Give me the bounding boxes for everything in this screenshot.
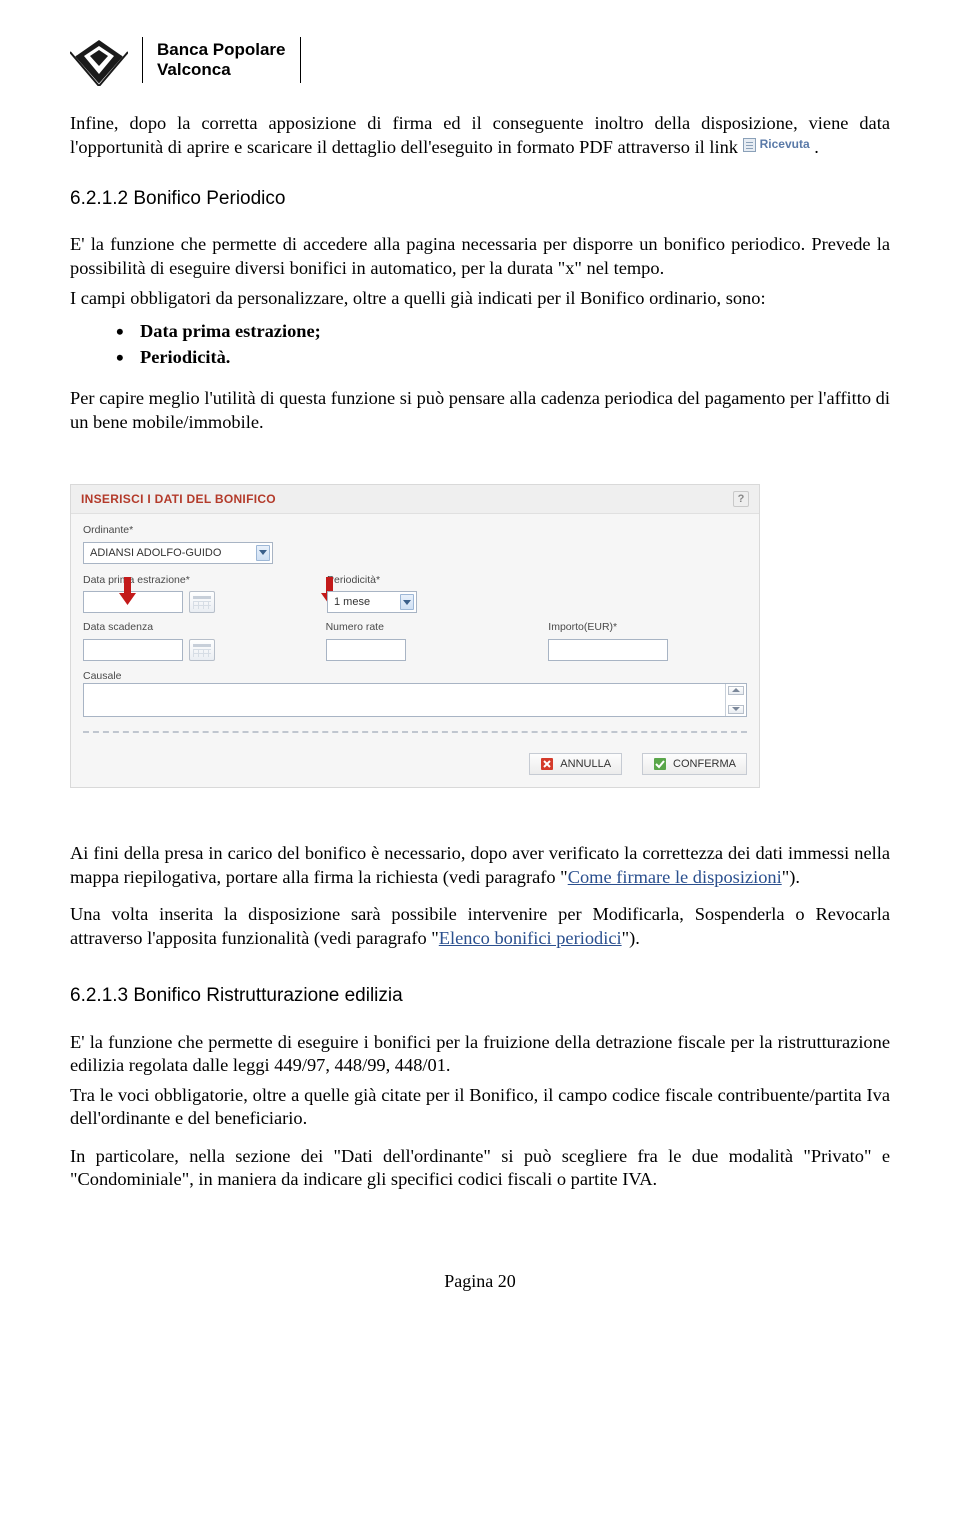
paragraph-modifica-b: ").: [622, 928, 640, 948]
paragraph-ristrutturazione-modalita: In particolare, nella sezione dei "Dati …: [70, 1145, 890, 1192]
periodicita-select[interactable]: 1 mese: [327, 591, 417, 613]
ricevuta-link[interactable]: Ricevuta: [743, 137, 810, 152]
paragraph-ristrutturazione-voci: Tra le voci obbligatorie, oltre a quelle…: [70, 1084, 890, 1131]
brand-separator-right: [300, 37, 301, 83]
brand-separator: [142, 37, 143, 83]
calendar-icon[interactable]: [189, 639, 215, 661]
data-prima-estrazione-label: Data prima estrazione*: [83, 574, 303, 587]
form-divider: [83, 731, 747, 733]
annulla-label: ANNULLA: [560, 757, 611, 771]
bullet-data-prima-estrazione: Data prima estrazione;: [116, 320, 890, 344]
causale-label: Causale: [83, 670, 122, 682]
paragraph-ristrutturazione-desc: E' la funzione che permette di eseguire …: [70, 1031, 890, 1078]
arrow-down-icon[interactable]: [728, 705, 744, 714]
brand-name-line2: Valconca: [157, 60, 286, 80]
check-icon: [653, 757, 667, 771]
field-bullet-list: Data prima estrazione; Periodicità.: [116, 320, 890, 369]
ordinante-label: Ordinante*: [83, 524, 303, 537]
paragraph-modifica: Una volta inserita la disposizione sarà …: [70, 903, 890, 950]
causale-spinner[interactable]: [725, 684, 746, 716]
calendar-icon[interactable]: [189, 591, 215, 613]
paragraph-presa-in-carico-b: ").: [782, 867, 800, 887]
brand-header: Banca Popolare Valconca: [70, 34, 890, 86]
brand-name: Banca Popolare Valconca: [157, 40, 286, 79]
section-heading-bonifico-periodico: 6.2.1.2 Bonifico Periodico: [70, 187, 890, 211]
data-prima-estrazione-input[interactable]: [83, 591, 183, 613]
conferma-button[interactable]: CONFERMA: [642, 753, 747, 775]
bonifico-form-screenshot: INSERISCI I DATI DEL BONIFICO ? Ordinant…: [70, 484, 760, 788]
page-number: Pagina 20: [70, 1270, 890, 1293]
data-scadenza-label: Data scadenza: [83, 621, 302, 634]
paragraph-intro-text-b: .: [810, 137, 819, 157]
numero-rate-label: Numero rate: [326, 621, 525, 634]
ordinante-value: ADIANSI ADOLFO-GUIDO: [90, 546, 221, 560]
link-come-firmare[interactable]: Come firmare le disposizioni: [568, 867, 782, 887]
numero-rate-input[interactable]: [326, 639, 406, 661]
paragraph-presa-in-carico: Ai fini della presa in carico del bonifi…: [70, 842, 890, 889]
form-title: INSERISCI I DATI DEL BONIFICO: [81, 492, 276, 507]
brand-name-line1: Banca Popolare: [157, 40, 286, 60]
form-header: INSERISCI I DATI DEL BONIFICO ?: [71, 485, 759, 514]
paragraph-periodico-example: Per capire meglio l'utilità di questa fu…: [70, 387, 890, 434]
paragraph-intro: Infine, dopo la corretta apposizione di …: [70, 112, 890, 159]
section-heading-ristrutturazione: 6.2.1.3 Bonifico Ristrutturazione ediliz…: [70, 984, 890, 1008]
brand-logo-icon: [70, 34, 128, 86]
importo-label: Importo(EUR)*: [548, 621, 747, 634]
causale-textarea[interactable]: [83, 683, 747, 717]
arrow-up-icon[interactable]: [728, 686, 744, 695]
ricevuta-label: Ricevuta: [760, 137, 810, 152]
chevron-down-icon: [400, 594, 414, 610]
data-scadenza-input[interactable]: [83, 639, 183, 661]
chevron-down-icon: [256, 545, 270, 561]
periodicita-value: 1 mese: [334, 595, 370, 609]
annulla-button[interactable]: ANNULLA: [529, 753, 622, 775]
periodicita-label: Periodicità*: [327, 574, 527, 587]
page-icon: [743, 138, 756, 152]
paragraph-periodico-fields: I campi obbligatori da personalizzare, o…: [70, 287, 890, 311]
link-elenco-bonifici[interactable]: Elenco bonifici periodici: [439, 928, 622, 948]
paragraph-periodico-desc: E' la funzione che permette di accedere …: [70, 233, 890, 280]
importo-input[interactable]: [548, 639, 668, 661]
bullet-periodicita: Periodicità.: [116, 346, 890, 370]
conferma-label: CONFERMA: [673, 757, 736, 771]
ordinante-select[interactable]: ADIANSI ADOLFO-GUIDO: [83, 542, 273, 564]
help-icon[interactable]: ?: [733, 491, 749, 507]
form-footer: ANNULLA CONFERMA: [71, 747, 759, 787]
cancel-icon: [540, 757, 554, 771]
